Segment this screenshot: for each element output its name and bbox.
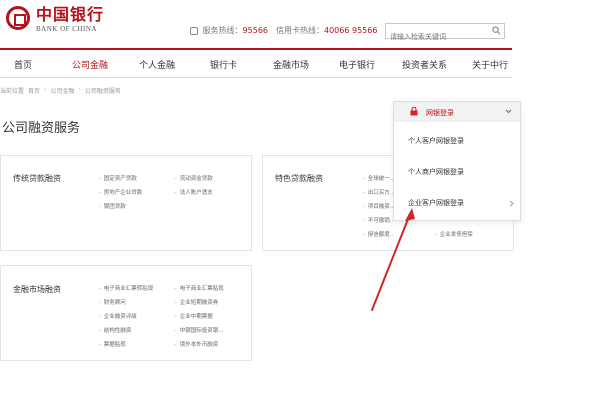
service-hotline-number: 95566	[242, 26, 268, 35]
lock-icon	[410, 107, 418, 116]
breadcrumb-home[interactable]: 首页	[28, 86, 40, 95]
card-title: 传统贷款融资	[13, 174, 61, 183]
bank-logo[interactable]: 中国银行 BANK OF CHINA	[6, 6, 104, 33]
service-link[interactable]: 不可撤销…	[363, 216, 393, 224]
nav-financial-markets[interactable]: 金融市场	[273, 58, 309, 71]
service-link[interactable]: 流动资金贷款	[175, 174, 247, 182]
login-item-label: 个人商户网银登录	[408, 168, 464, 176]
nav-e-banking[interactable]: 电子银行	[339, 58, 375, 71]
service-link[interactable]: 中银国际投资银…	[175, 326, 249, 334]
service-link[interactable]: 银团贷款	[99, 202, 171, 210]
search-box	[385, 23, 505, 44]
service-hotline-label: 服务热线：	[202, 26, 243, 35]
page-title: 公司融资服务	[2, 121, 81, 136]
login-item-label: 个人客户网银登录	[408, 137, 464, 145]
nav-investor-relations[interactable]: 投资者关系	[402, 58, 447, 71]
nav-personal-banking[interactable]: 个人金融	[139, 58, 175, 71]
login-item-label: 企业客户网银登录	[408, 199, 464, 207]
service-link[interactable]: 企业融资评级	[99, 312, 173, 320]
nav-corporate-banking[interactable]: 公司金融	[72, 58, 108, 71]
service-link[interactable]: 法人账户透支	[175, 188, 247, 196]
service-link[interactable]: 授信额度…	[363, 230, 393, 238]
service-link[interactable]: 项目融资…	[363, 202, 393, 210]
service-link[interactable]: 电子商业汇票贴现	[175, 284, 249, 292]
service-link[interactable]: 全球统一…	[363, 174, 393, 182]
service-link[interactable]: 财务顾问	[99, 298, 173, 306]
card-title: 金融市场融资	[13, 285, 61, 294]
online-banking-login-dropdown: 网银登录 个人客户网银登录 个人商户网银登录 企业客户网银登录	[393, 101, 521, 221]
chevron-right-icon	[509, 200, 514, 207]
chevron-down-icon	[505, 109, 512, 114]
card-title: 特色贷款融资	[275, 174, 323, 183]
boc-logo-icon	[6, 6, 30, 30]
logo-chinese-name: 中国银行	[36, 5, 105, 24]
service-link[interactable]: 结构性融资	[99, 326, 173, 334]
service-link[interactable]: 电子商业汇票转贴现	[99, 284, 173, 292]
service-link[interactable]: 票据贴现	[99, 340, 173, 348]
service-link[interactable]: 企业短期融资券	[175, 298, 249, 306]
breadcrumb-corporate[interactable]: 公司金融	[50, 86, 74, 95]
breadcrumb: 当前位置 首页 › 公司金融 › 公司融资服务	[0, 86, 121, 95]
nav-home[interactable]: 首页	[14, 58, 32, 71]
card-hotline-number: 40066 95566	[324, 26, 378, 35]
nav-bank-card[interactable]: 银行卡	[210, 58, 237, 71]
corporate-banking-login[interactable]: 企业客户网银登录	[394, 192, 520, 214]
logo-english-name: BANK OF CHINA	[36, 25, 97, 33]
site-header: 中国银行 BANK OF CHINA 服务热线：95566 信用卡热线：4006…	[0, 0, 600, 50]
login-dropdown-header[interactable]: 网银登录	[394, 102, 520, 122]
nav-about-boc[interactable]: 关于中行	[472, 58, 508, 71]
card-traditional-loans: 传统贷款融资 固定资产贷款 房地产企业贷款 银团贷款 流动资金贷款 法人账户透支	[0, 155, 252, 251]
breadcrumb-current: 公司融资服务	[84, 88, 121, 95]
service-link[interactable]: 境外本外币融资	[175, 340, 249, 348]
service-link[interactable]: 固定资产贷款	[99, 174, 171, 182]
breadcrumb-label: 当前位置	[0, 88, 25, 95]
service-link[interactable]: 出口买方…	[363, 188, 393, 196]
service-link[interactable]: 企业发债担保	[435, 230, 511, 238]
card-hotline-label: 信用卡热线：	[276, 26, 324, 35]
search-input[interactable]	[386, 30, 486, 44]
login-title: 网银登录	[426, 109, 454, 117]
service-link[interactable]: 房地产企业贷款	[99, 188, 171, 196]
personal-banking-login[interactable]: 个人客户网银登录	[394, 130, 520, 152]
main-nav: 首页 公司金融 个人金融 银行卡 金融市场 电子银行 投资者关系 关于中行	[0, 48, 512, 78]
personal-merchant-login[interactable]: 个人商户网银登录	[394, 161, 520, 183]
hotlines: 服务热线：95566 信用卡热线：40066 95566	[190, 25, 377, 36]
card-market-financing: 金融市场融资 电子商业汇票转贴现 财务顾问 企业融资评级 结构性融资 票据贴现 …	[0, 265, 252, 361]
service-link[interactable]: 企业中期票据	[175, 312, 249, 320]
phone-icon	[190, 26, 198, 35]
search-icon[interactable]	[492, 26, 501, 35]
